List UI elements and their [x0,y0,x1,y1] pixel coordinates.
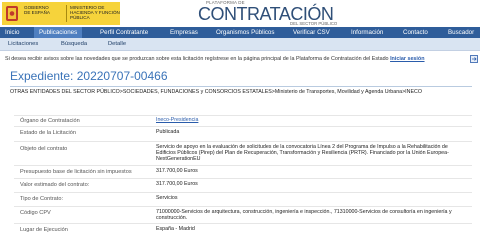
detail-label: Presupuesto base de licitación sin impue… [20,169,132,175]
organization-path: OTRAS ENTIDADES DEL SECTOR PÚBLICO>SOCIE… [10,89,422,95]
sub-nav: Licitaciones Búsqueda Detalle [0,38,480,51]
coat-of-arms-icon [6,6,18,21]
nav-contacto[interactable]: Contacto [403,27,428,38]
gov-divider [66,5,67,22]
subnav-detalle[interactable]: Detalle [108,38,126,50]
title-divider [10,86,472,87]
detail-label: Código CPV [20,210,51,216]
detail-row: Órgano de Contratación Ineco-Presidencia [14,115,472,126]
gov-text: GOBIERNO DE ESPAÑA [24,5,50,15]
platform-logo[interactable]: PLATAFORMA DE CONTRATACIÓN DEL SECTOR PÚ… [198,0,348,27]
details-table: Órgano de Contratación Ineco-Presidencia… [14,115,472,240]
login-icon[interactable] [470,55,478,63]
expediente-label: Expediente: [10,69,74,83]
nav-publicaciones[interactable]: Publicaciones [34,27,83,38]
nav-informacion[interactable]: Información [351,27,383,38]
expediente-code: 20220707-00466 [76,69,168,83]
detail-value: 317.700,00 Euros [156,168,198,174]
nav-perfil-contratante[interactable]: Perfil Contratante [100,27,148,38]
page-title: Expediente: 20220707-00466 [10,68,168,84]
detail-value: 71000000-Servicios de arquitectura, cons… [156,209,452,221]
main-nav: Inicio Publicaciones Perfil Contratante … [0,27,480,38]
nav-verificar-csv[interactable]: Verificar CSV [293,27,330,38]
detail-label: Lugar de Ejecución [20,227,68,233]
ministry-text: MINISTERIO DE HACIENDA Y FUNCIÓN PÚBLICA [70,5,120,20]
detail-label: Órgano de Contratación [20,118,80,124]
nav-organismos-publicos[interactable]: Organismos Públicos [216,27,274,38]
gobierno-logo[interactable]: GOBIERNO DE ESPAÑA MINISTERIO DE HACIEND… [2,2,120,25]
detail-value: 317.700,00 Euros [156,181,198,187]
detail-value: Publicada [156,129,180,135]
nav-buscador[interactable]: Buscador [448,27,474,38]
login-link[interactable]: Iniciar sesión [390,56,424,62]
detail-row: Objeto del contrato Servicio de apoyo en… [14,141,472,166]
detail-row: Tipo de Contrato: Servicios [14,192,472,203]
detail-label: Tipo de Contrato: [20,196,64,202]
detail-label: Objeto del contrato [20,146,68,152]
subnav-licitaciones[interactable]: Licitaciones [8,38,38,50]
detail-value-organo-link[interactable]: Ineco-Presidencia [156,117,468,124]
login-notice: Si desea recibir avisos sobre las noveda… [5,55,478,63]
site-header: GOBIERNO DE ESPAÑA MINISTERIO DE HACIEND… [0,0,480,27]
detail-row: Lugar de Ejecución España - Madrid [14,223,472,240]
subnav-busqueda[interactable]: Búsqueda [61,38,87,50]
detail-label: Estado de la Licitación [20,130,76,136]
detail-value: Servicios [156,195,178,201]
detail-value: Servicio de apoyo en la evaluación de so… [156,144,449,162]
detail-value: España - Madrid [156,226,195,232]
detail-row: Presupuesto base de licitación sin impue… [14,165,472,176]
nav-inicio[interactable]: Inicio [5,27,19,38]
detail-row: Valor estimado del contrato: 317.700,00 … [14,178,472,189]
detail-row: Estado de la Licitación Publicada [14,126,472,137]
nav-empresas[interactable]: Empresas [170,27,198,38]
notice-text: Si desea recibir avisos sobre las noveda… [5,56,389,62]
brand-sub: DEL SECTOR PÚBLICO [290,21,338,26]
detail-row: Código CPV 71000000-Servicios de arquite… [14,206,472,223]
detail-label: Valor estimado del contrato: [20,182,90,188]
